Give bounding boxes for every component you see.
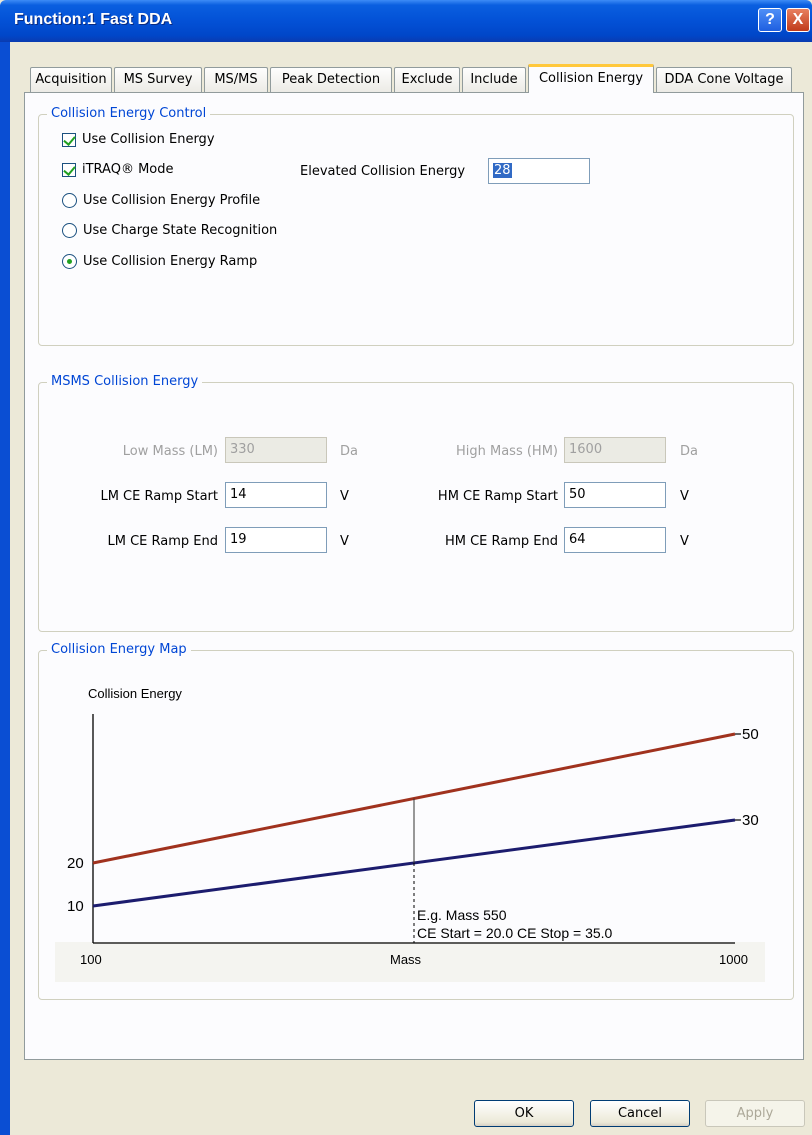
x-axis-label: Mass — [390, 952, 422, 967]
help-button[interactable]: ? — [758, 8, 782, 32]
lm-ramp-start-field[interactable]: 14 — [225, 482, 327, 508]
hm-ramp-start-unit: V — [680, 489, 689, 504]
tab-include[interactable]: Include — [462, 67, 526, 92]
hm-ramp-end-label: HM CE Ramp End — [444, 534, 558, 549]
hm-ramp-end-unit: V — [680, 534, 689, 549]
msms-collision-energy-group: MSMS Collision Energy — [38, 374, 794, 632]
radio-ce-profile-label: Use Collision Energy Profile — [83, 193, 261, 208]
tab-exclude[interactable]: Exclude — [394, 67, 460, 92]
tab-dda-cone-voltage[interactable]: DDA Cone Voltage — [656, 67, 792, 92]
tab-acquisition[interactable]: Acquisition — [30, 67, 112, 92]
use-collision-energy-label: Use Collision Energy — [82, 132, 215, 147]
low-mass-unit: Da — [340, 444, 358, 459]
hm-ramp-start-field[interactable]: 50 — [564, 482, 666, 508]
window-frame — [0, 42, 10, 1135]
high-mass-label: High Mass (HM) — [455, 444, 558, 459]
collision-energy-chart: Collision Energy 50 20 30 10 E.g. Mass 550 C… — [55, 672, 765, 982]
series-layer: 50 20 30 10 — [67, 726, 759, 915]
annotation-layer: E.g. Mass 550 CE Start = 20.0 CE Stop = 3… — [413, 798, 613, 943]
window-title: Function:1 Fast DDA — [14, 11, 173, 28]
radio-button-selected[interactable] — [62, 254, 77, 269]
radio-charge-state[interactable]: Use Charge State Recognition — [62, 223, 277, 238]
group-title: MSMS Collision Energy — [47, 374, 203, 389]
tab-msms[interactable]: MS/MS — [204, 67, 268, 92]
series-end-label-1: 30 — [742, 812, 759, 829]
lm-ramp-start-unit: V — [340, 489, 349, 504]
radio-ce-ramp-label: Use Collision Energy Ramp — [83, 254, 258, 269]
low-mass-field[interactable]: 330 — [225, 437, 327, 463]
lm-ramp-end-label: LM CE Ramp End — [107, 534, 218, 549]
series-end-label-0: 50 — [742, 726, 759, 743]
x-tick-label-min: 100 — [80, 952, 102, 967]
y-tick-label-1: 10 — [67, 898, 84, 915]
radio-ce-ramp[interactable]: Use Collision Energy Ramp — [62, 254, 257, 269]
x-tick-label-max: 1000 — [719, 952, 748, 967]
apply-button[interactable]: Apply — [705, 1100, 805, 1127]
hm-ramp-end-field[interactable]: 64 — [564, 527, 666, 553]
itraq-mode-label: iTRAQ® Mode — [82, 162, 174, 177]
radio-charge-state-label: Use Charge State Recognition — [83, 223, 278, 238]
tab-peak-detection[interactable]: Peak Detection — [270, 67, 392, 92]
high-mass-field[interactable]: 1600 — [564, 437, 666, 463]
title-bar: Function:1 Fast DDA ? X — [0, 0, 812, 42]
annotation-text-2: CE Start = 20.0 CE Stop = 35.0 — [417, 925, 613, 941]
radio-button[interactable] — [62, 223, 77, 238]
checkbox-checked[interactable] — [62, 132, 76, 147]
lm-ramp-end-unit: V — [340, 534, 349, 549]
itraq-mode-checkbox[interactable]: iTRAQ® Mode — [62, 162, 174, 177]
lm-ramp-end-field[interactable]: 19 — [225, 527, 327, 553]
hm-ramp-start-label: HM CE Ramp Start — [437, 489, 558, 504]
close-button[interactable]: X — [786, 8, 810, 32]
elevated-collision-energy-label: Elevated Collision Energy — [300, 164, 466, 179]
group-title: Collision Energy Map — [47, 642, 191, 657]
radio-button[interactable] — [62, 193, 77, 208]
y-axis-label: Collision Energy — [88, 686, 182, 701]
low-mass-label: Low Mass (LM) — [122, 444, 218, 459]
lm-ramp-start-label: LM CE Ramp Start — [100, 489, 218, 504]
y-tick-label-0: 20 — [67, 855, 84, 872]
ok-button[interactable]: OK — [474, 1100, 574, 1127]
annotation-text-1: E.g. Mass 550 — [417, 907, 507, 923]
radio-ce-profile[interactable]: Use Collision Energy Profile — [62, 193, 260, 208]
use-collision-energy-checkbox[interactable]: Use Collision Energy — [62, 132, 215, 147]
elevated-collision-energy-value: 28 — [493, 163, 512, 178]
tab-ms-survey[interactable]: MS Survey — [114, 67, 202, 92]
elevated-collision-energy-field[interactable]: 28 — [488, 158, 590, 184]
group-title: Collision Energy Control — [47, 106, 211, 121]
cancel-button[interactable]: Cancel — [590, 1100, 690, 1127]
tab-collision-energy[interactable]: Collision Energy — [528, 64, 654, 93]
high-mass-unit: Da — [680, 444, 698, 459]
chart-svg: Collision Energy 50 20 30 10 E.g. Mass 550 C… — [55, 686, 765, 982]
checkbox-checked[interactable] — [62, 162, 76, 177]
